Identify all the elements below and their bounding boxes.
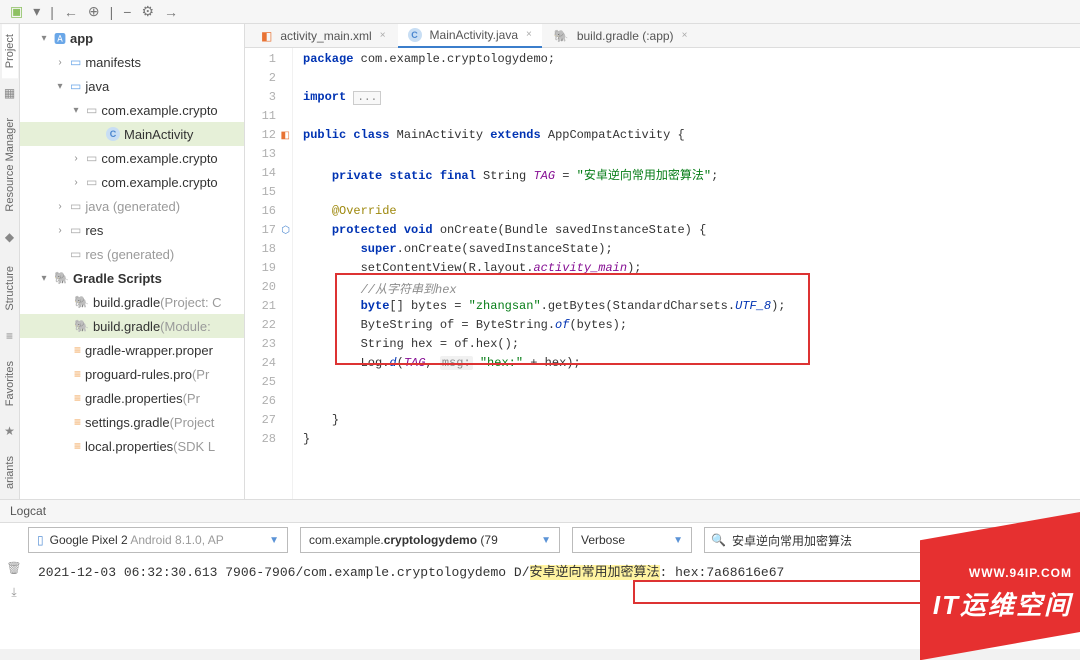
divider: |: [110, 4, 114, 20]
close-icon[interactable]: ×: [682, 30, 688, 41]
add-icon[interactable]: ⊕: [88, 3, 100, 20]
close-icon[interactable]: ×: [526, 29, 532, 40]
tree-node-package-3[interactable]: ›▭com.example.crypto: [20, 170, 244, 194]
tree-node-package-1[interactable]: ▾▭com.example.crypto: [20, 98, 244, 122]
left-tool-strip: Project ▦ Resource Manager ◆ Structure ≡…: [0, 24, 20, 499]
scroll-end-icon[interactable]: ⤓: [11, 585, 16, 600]
side-tab-project[interactable]: Project: [2, 24, 18, 78]
tree-node-proguard[interactable]: ≡proguard-rules.pro (Pr: [20, 362, 244, 386]
tree-node-java-generated[interactable]: ›▭java (generated): [20, 194, 244, 218]
editor-area: ◧activity_main.xml× CMainActivity.java× …: [245, 24, 1080, 499]
tab-main-activity-java[interactable]: CMainActivity.java×: [398, 24, 542, 48]
chevron-down-icon: ▼: [541, 535, 551, 546]
log-level-selector[interactable]: Verbose▼: [572, 527, 692, 553]
gear-icon[interactable]: ⚙: [141, 3, 154, 20]
close-icon[interactable]: ×: [380, 30, 386, 41]
editor-tab-bar: ◧activity_main.xml× CMainActivity.java× …: [245, 24, 1080, 48]
tree-node-gradle-properties[interactable]: ≡gradle.properties (Pr: [20, 386, 244, 410]
watermark-text: IT运维空间: [933, 585, 1072, 622]
side-tab-resource-manager[interactable]: Resource Manager: [2, 108, 18, 222]
tree-node-build-gradle-project[interactable]: 🐘build.gradle (Project: C: [20, 290, 244, 314]
tree-node-java[interactable]: ▾▭java: [20, 74, 244, 98]
divider: |: [50, 4, 54, 20]
tree-node-settings-gradle[interactable]: ≡settings.gradle (Project: [20, 410, 244, 434]
tree-node-app[interactable]: ▾🅰app: [20, 26, 244, 50]
project-tree: ▾🅰app ›▭manifests ▾▭java ▾▭com.example.c…: [20, 24, 245, 499]
tree-node-main-activity[interactable]: CMainActivity: [20, 122, 244, 146]
tree-node-package-2[interactable]: ›▭com.example.crypto: [20, 146, 244, 170]
process-selector[interactable]: com.example.cryptologydemo (79 ▼: [300, 527, 560, 553]
chevron-down-icon: ▼: [673, 535, 683, 546]
logcat-tab[interactable]: Logcat: [0, 499, 1080, 523]
tree-node-build-gradle-module[interactable]: 🐘build.gradle (Module:: [20, 314, 244, 338]
fold-icon[interactable]: ...: [353, 91, 381, 105]
tab-build-gradle-app[interactable]: 🐘build.gradle (:app)×: [544, 24, 698, 48]
code-editor[interactable]: package com.example.cryptologydemo; impo…: [293, 48, 1080, 499]
log-gutter: 🗑 ⤓: [0, 557, 28, 649]
editor-gutter: 1 2 3 11 12◧ 13 14 15 16 17⬡ 18 19 20 21…: [245, 48, 293, 499]
search-icon: 🔍: [711, 533, 726, 547]
star-icon: ★: [4, 424, 15, 438]
tree-node-local-properties[interactable]: ≡local.properties (SDK L: [20, 434, 244, 458]
side-tab-variants[interactable]: ariants: [2, 446, 18, 499]
class-marker-icon[interactable]: ◧: [281, 130, 290, 142]
tree-node-res[interactable]: ›▭res: [20, 218, 244, 242]
tree-node-gradle-scripts[interactable]: ▾🐘Gradle Scripts: [20, 266, 244, 290]
device-selector[interactable]: ▯ Google Pixel 2 Android 8.1.0, AP ▼: [28, 527, 288, 553]
side-tab-favorites[interactable]: Favorites: [2, 351, 18, 416]
left-arrow-icon[interactable]: ←: [64, 4, 78, 20]
right-arrow-icon[interactable]: →: [164, 4, 178, 20]
android-icon[interactable]: ▣: [10, 3, 23, 20]
side-tab-structure[interactable]: Structure: [2, 256, 18, 321]
tree-node-gradle-wrapper[interactable]: ≡gradle-wrapper.proper: [20, 338, 244, 362]
structure-icon: ≡: [6, 329, 13, 343]
dropdown-icon[interactable]: ▾: [33, 3, 40, 20]
tab-activity-main-xml[interactable]: ◧activity_main.xml×: [251, 24, 396, 48]
resource-icon: ◆: [5, 230, 14, 244]
tree-node-res-generated[interactable]: ▭res (generated): [20, 242, 244, 266]
tree-node-manifests[interactable]: ›▭manifests: [20, 50, 244, 74]
top-toolbar: ▣ ▾ | ← ⊕ | − ⚙ →: [0, 0, 1080, 24]
watermark-url: WWW.94IP.COM: [969, 566, 1072, 580]
highlight-box: [335, 273, 810, 365]
collapse-icon[interactable]: −: [123, 4, 131, 20]
chevron-down-icon: ▼: [269, 535, 279, 546]
project-icon: ▦: [4, 86, 15, 100]
override-marker-icon[interactable]: ⬡: [281, 225, 290, 237]
trash-icon[interactable]: 🗑: [6, 561, 21, 575]
